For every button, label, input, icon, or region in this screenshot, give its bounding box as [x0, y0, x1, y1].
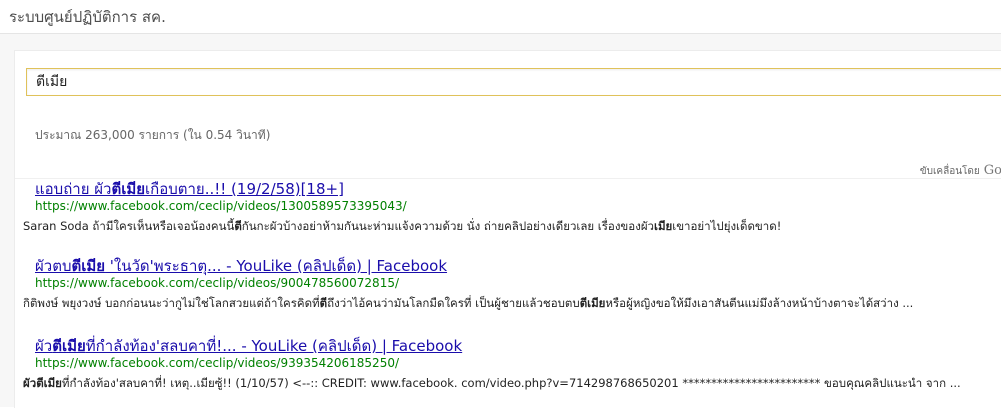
- title-text: เกือบตาย..!! (19/2/58)[18+]: [145, 180, 344, 198]
- snippet-highlight: ผัว: [23, 376, 37, 390]
- snippet-highlight: ตี: [234, 219, 242, 233]
- snippet-text: Saran Soda ถ้ามีใครเห็นหรือเจอน้องคนนี้: [23, 219, 235, 233]
- snippet-highlight: ตี: [319, 296, 328, 310]
- divider: [15, 178, 1001, 179]
- result-title-link[interactable]: ผัวตีเมียที่กำลังท้อง'สลบคาที่!... - You…: [35, 337, 1000, 356]
- search-result-1: แอบถ่าย ผัวตีเมียเกือบตาย..!! (19/2/58)[…: [23, 180, 1000, 235]
- title-highlight: ตีเมีย: [111, 180, 146, 198]
- result-stats: ประมาณ 263,000 รายการ (ใน 0.54 วินาที): [35, 128, 271, 142]
- top-bar: ระบบศูนย์ปฏิบัติการ สค.: [0, 0, 1001, 34]
- search-result-3: ผัวตีเมียที่กำลังท้อง'สลบคาที่!... - You…: [23, 337, 1000, 392]
- title-highlight: ตีเมีย: [71, 257, 106, 275]
- snippet-text: ถึงว่าไอ้คนว่ามันโลกมืดใครที่ เป็นผู้ชาย…: [327, 296, 580, 310]
- result-snippet: Saran Soda ถ้ามีใครเห็นหรือเจอน้องคนนี้ต…: [23, 218, 998, 235]
- result-snippet: ผัวตีเมียที่กำลังท้อง'สลบคาที่! เหตุ..เม…: [23, 375, 998, 392]
- result-url: https://www.facebook.com/ceclip/videos/9…: [35, 276, 400, 290]
- title-text: ผัวตบ: [35, 257, 72, 275]
- app-title: ระบบศูนย์ปฏิบัติการ สค.: [9, 8, 166, 26]
- snippet-highlight: เมีย: [654, 219, 673, 233]
- snippet-text: กันกะผัวบ้างอย่าห้ามกันนะห่ามแจ้งความด้ว…: [241, 219, 655, 233]
- result-url: https://www.facebook.com/ceclip/videos/1…: [35, 199, 407, 213]
- powered-by: ขับเคลื่อนโดย Go: [920, 163, 1001, 179]
- title-text: ที่กำลังท้อง'สลบคาที่!... - YouLike (คลิ…: [85, 337, 463, 355]
- result-title-link[interactable]: แอบถ่าย ผัวตีเมียเกือบตาย..!! (19/2/58)[…: [35, 180, 1000, 199]
- snippet-text: ที่กำลังท้อง'สลบคาที่! เหตุ..เมียซู้!! (…: [61, 376, 961, 390]
- content-area: ประมาณ 263,000 รายการ (ใน 0.54 วินาที) ข…: [0, 34, 1001, 408]
- powered-by-label: ขับเคลื่อนโดย: [919, 166, 980, 177]
- search-box[interactable]: [26, 68, 1001, 96]
- snippet-text: เขาอย่าไปยุ่งเด็ดขาด!: [672, 219, 782, 233]
- snippet-text: หรือผู้หญิงขอให้มึงเอาสันตีนแม่มึงล้างหน…: [605, 296, 914, 310]
- search-result-2: ผัวตบตีเมีย 'ในวัด'พระธาตุ... - YouLike …: [23, 257, 1000, 312]
- result-url: https://www.facebook.com/ceclip/videos/9…: [35, 356, 400, 370]
- search-input[interactable]: [36, 72, 936, 92]
- result-title-link[interactable]: ผัวตบตีเมีย 'ในวัด'พระธาตุ... - YouLike …: [35, 257, 1000, 276]
- title-text: 'ในวัด'พระธาตุ... - YouLike (คลิปเด็ด) |…: [105, 257, 448, 275]
- title-text: ผัว: [35, 337, 53, 355]
- title-text: แอบถ่าย ผัว: [35, 180, 112, 198]
- snippet-highlight: ตีเมีย: [36, 376, 62, 390]
- search-results-panel: ประมาณ 263,000 รายการ (ใน 0.54 วินาที) ข…: [14, 50, 1001, 408]
- result-snippet: กิติพงษ์ พยุงวงษ์ บอกก่อนนะว่ากูไม่ใช่โล…: [23, 295, 998, 312]
- title-highlight: ตีเมีย: [52, 337, 86, 355]
- snippet-text: กิติพงษ์ พยุงวงษ์ บอกก่อนนะว่ากูไม่ใช่โล…: [23, 296, 320, 310]
- google-logo: Go: [983, 163, 1001, 178]
- snippet-highlight: ตีเมีย: [579, 296, 606, 310]
